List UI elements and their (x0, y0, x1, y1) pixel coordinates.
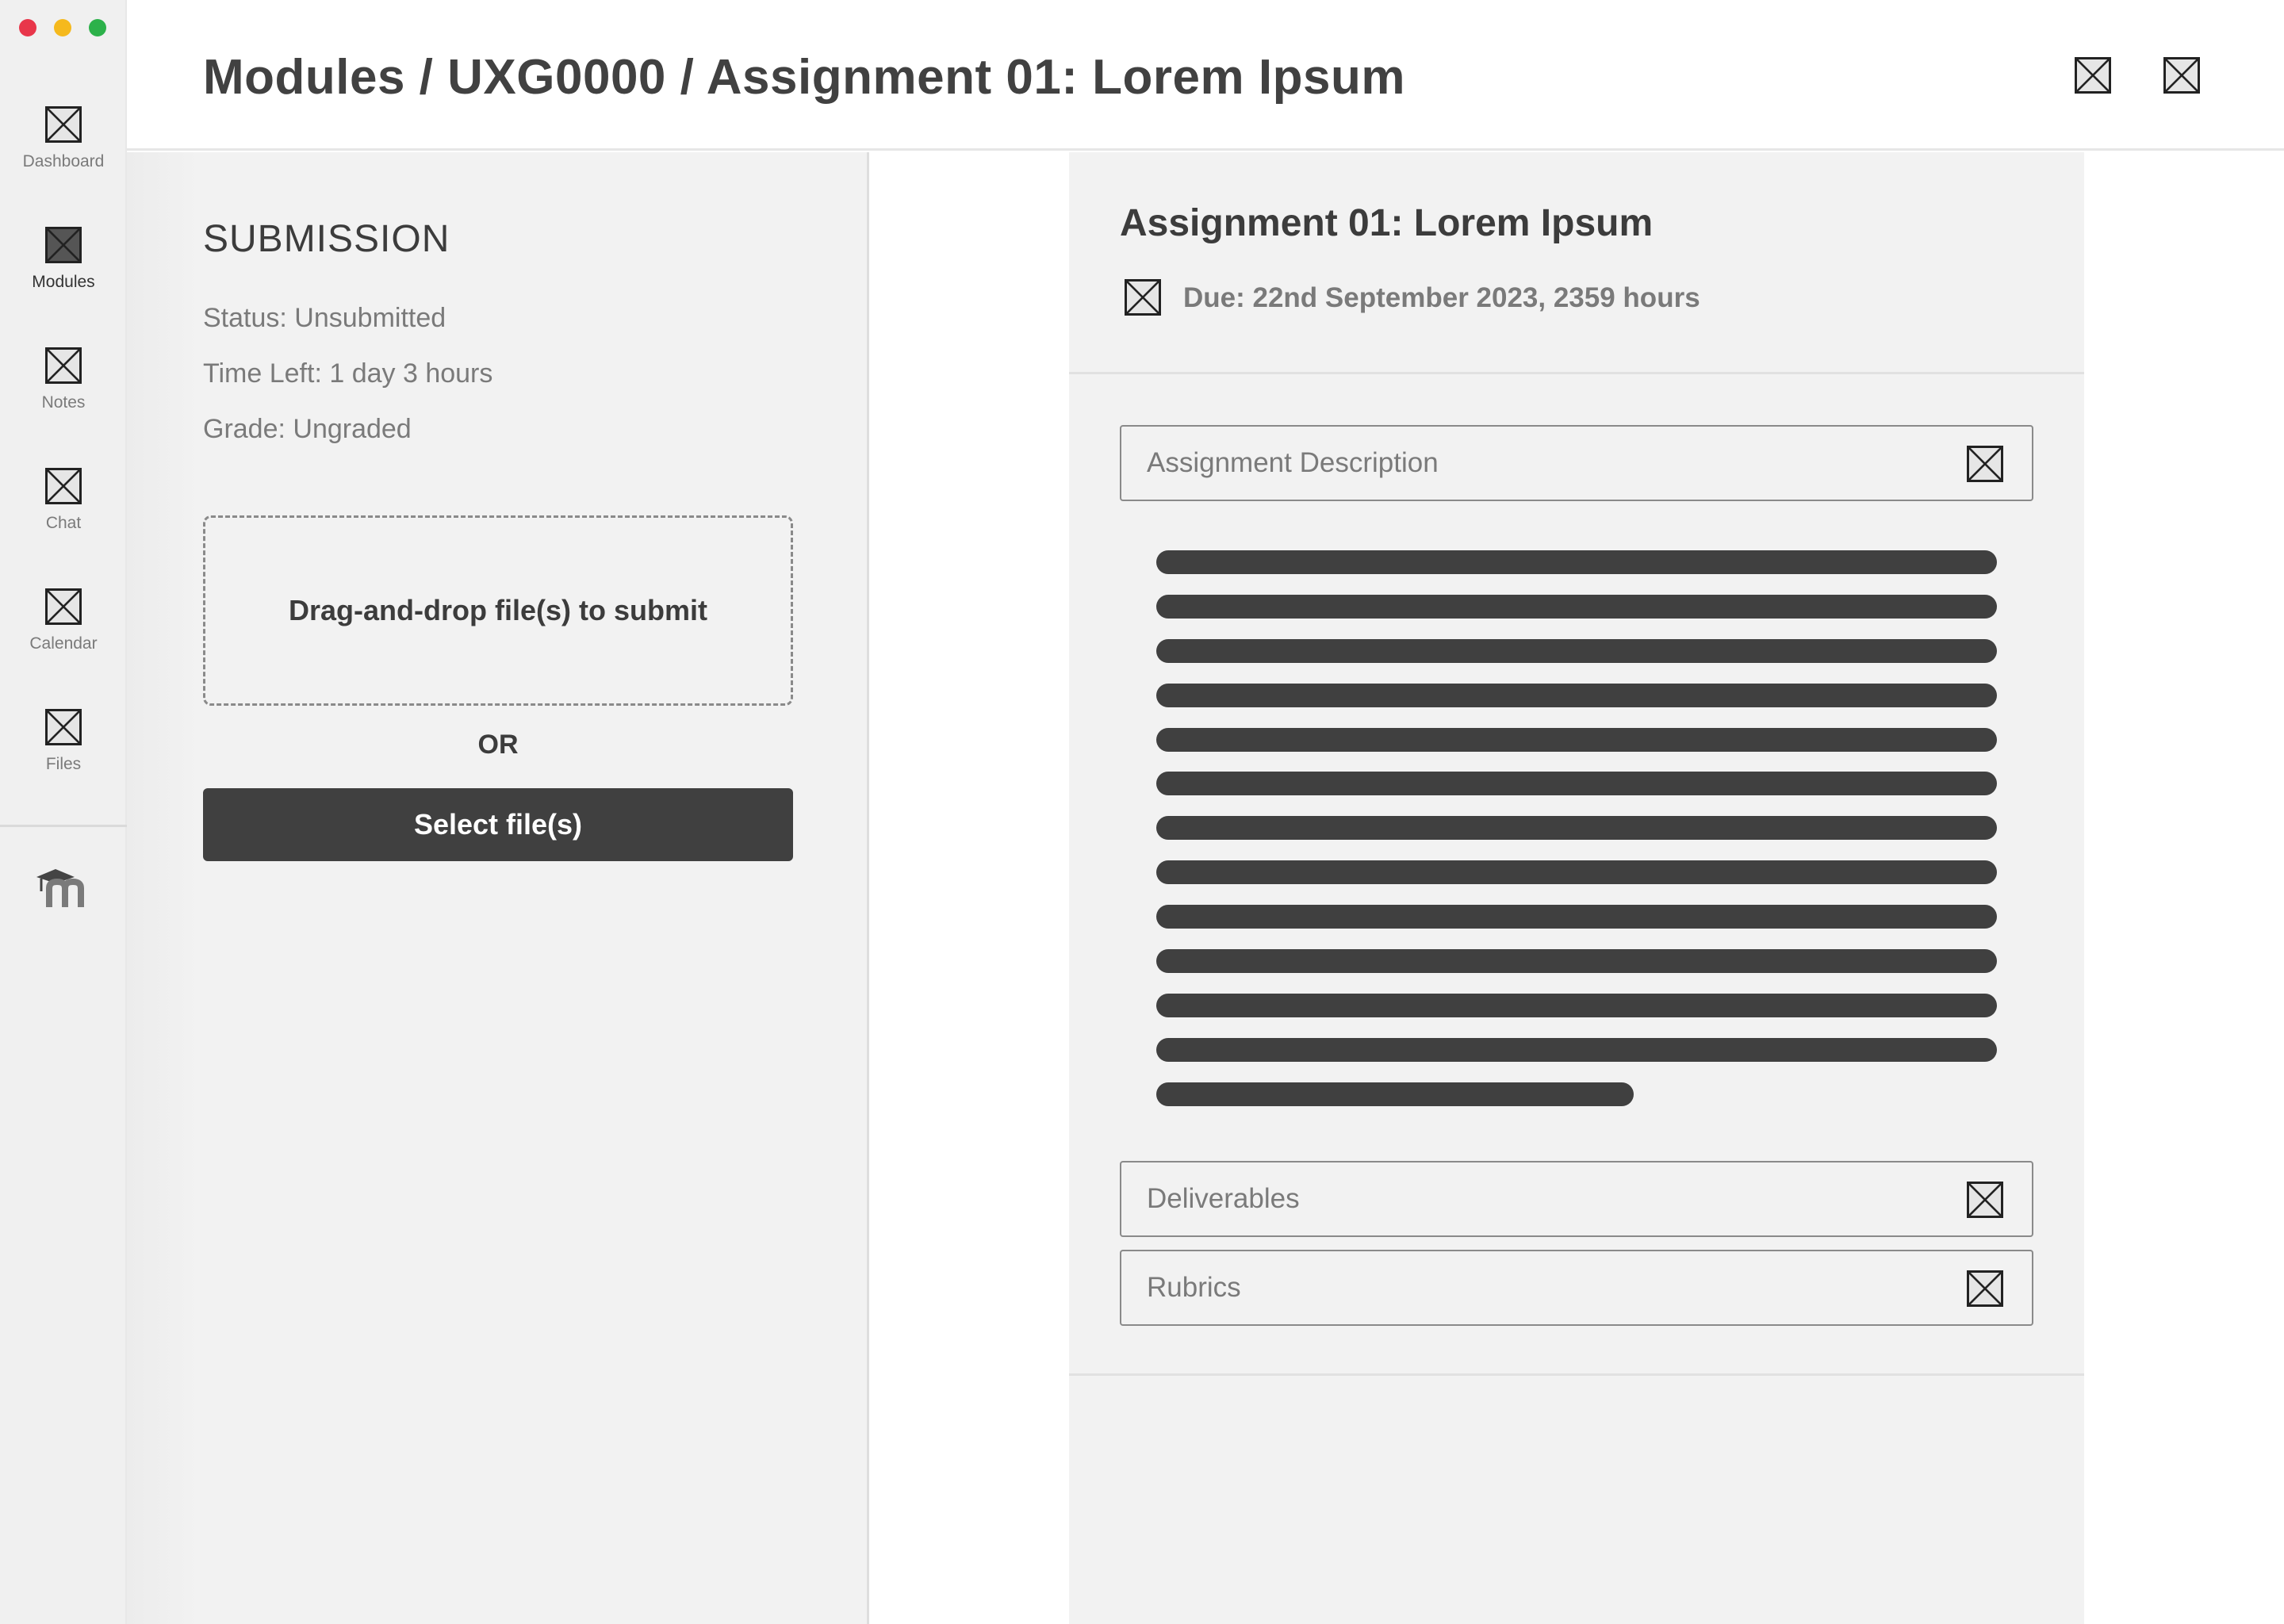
files-icon (45, 709, 82, 745)
accordion-deliverables[interactable]: Deliverables (1120, 1161, 2033, 1237)
nav-item-files[interactable]: Files (0, 709, 127, 774)
file-dropzone[interactable]: Drag-and-drop file(s) to submit (203, 515, 793, 706)
due-date: Due: 22nd September 2023, 2359 hours (1183, 282, 1700, 313)
accordion-toggle-icon[interactable] (1967, 1182, 2003, 1218)
submission-time-left: Time Left: 1 day 3 hours (203, 358, 493, 389)
placeholder-text-line (1156, 638, 1997, 663)
window-zoom-button[interactable] (89, 19, 106, 36)
accordion-toggle-icon[interactable] (1967, 1270, 2003, 1307)
placeholder-text-line (1156, 905, 1997, 929)
nav-item-notes[interactable]: Notes (0, 347, 127, 412)
header-action-1-icon[interactable] (2075, 57, 2111, 94)
placeholder-text-line (1156, 594, 1997, 619)
assignment-header: Assignment 01: Lorem Ipsum Due: 22nd Sep… (1069, 152, 2084, 374)
accordion-label: Deliverables (1147, 1183, 1300, 1214)
breadcrumb: Modules / UXG0000 / Assignment 01: Lorem… (203, 50, 1405, 105)
placeholder-text-line (1156, 860, 1997, 885)
accordion-toggle-icon[interactable] (1967, 446, 2003, 482)
placeholder-text-line (1156, 550, 1997, 574)
accordion-label: Rubrics (1147, 1272, 1241, 1303)
assignment-footer-divider (1069, 1373, 2084, 1376)
placeholder-text-line (1156, 727, 1997, 752)
nav-rail: Dashboard Modules Notes Chat Calendar Fi… (0, 0, 127, 1624)
nav-item-label: Modules (32, 273, 95, 291)
select-files-button[interactable]: Select file(s) (203, 788, 793, 861)
window-minimize-button[interactable] (54, 19, 71, 36)
accordion-rubrics[interactable]: Rubrics (1120, 1250, 2033, 1326)
accordion-label: Assignment Description (1147, 447, 1439, 478)
assignment-title: Assignment 01: Lorem Ipsum (1120, 202, 1654, 244)
modules-icon (45, 227, 82, 263)
placeholder-text-line (1156, 993, 1997, 1017)
placeholder-text-line (1156, 772, 1997, 796)
dropzone-label: Drag-and-drop file(s) to submit (289, 594, 707, 626)
nav-item-label: Notes (41, 393, 86, 412)
submission-grade: Grade: Ungraded (203, 414, 412, 444)
placeholder-text-line (1156, 1082, 1634, 1106)
nav-item-modules[interactable]: Modules (0, 227, 127, 292)
moodle-logo-icon[interactable] (35, 864, 92, 909)
nav-item-label: Calendar (29, 634, 98, 653)
nav-item-calendar[interactable]: Calendar (0, 588, 127, 653)
placeholder-text-line (1156, 816, 1997, 841)
nav-item-chat[interactable]: Chat (0, 468, 127, 533)
page-header: Modules / UXG0000 / Assignment 01: Lorem… (127, 0, 2284, 151)
due-date-icon (1125, 279, 1161, 316)
nav-item-dashboard[interactable]: Dashboard (0, 106, 127, 171)
submission-panel: SUBMISSION Status: Unsubmitted Time Left… (127, 152, 869, 1624)
nav-item-label: Dashboard (22, 152, 105, 170)
placeholder-text-line (1156, 949, 1997, 974)
nav-divider (0, 825, 127, 827)
window-close-button[interactable] (19, 19, 36, 36)
notes-icon (45, 347, 82, 384)
accordion-assignment-description[interactable]: Assignment Description (1120, 425, 2033, 501)
dashboard-icon (45, 106, 82, 143)
or-label: OR (477, 730, 519, 760)
submission-status: Status: Unsubmitted (203, 303, 446, 333)
header-action-2-icon[interactable] (2163, 57, 2200, 94)
chat-icon (45, 468, 82, 504)
calendar-icon (45, 588, 82, 625)
nav-item-label: Chat (45, 514, 82, 532)
submission-title: SUBMISSION (203, 218, 450, 260)
placeholder-text-line (1156, 683, 1997, 707)
nav-item-label: Files (45, 755, 82, 773)
assignment-panel: Assignment 01: Lorem Ipsum Due: 22nd Sep… (1069, 152, 2084, 1624)
placeholder-text-line (1156, 1037, 1997, 1062)
description-placeholder-text (1156, 550, 1997, 1127)
